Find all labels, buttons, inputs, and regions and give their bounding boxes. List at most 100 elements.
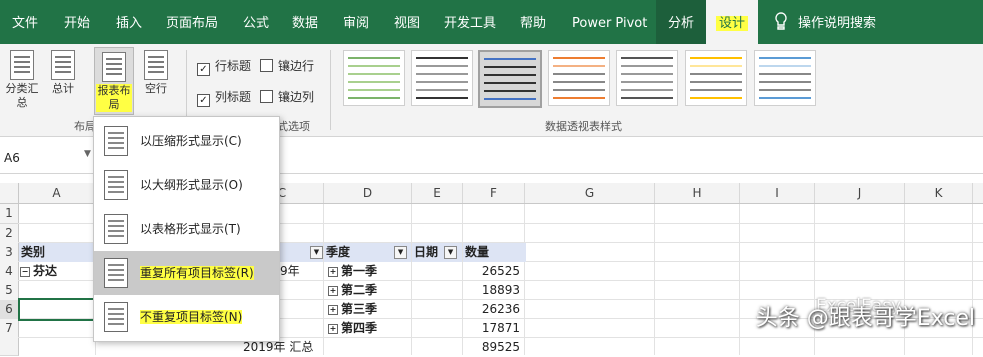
expand-icon[interactable]: + (328, 285, 338, 296)
pivot-header-quarter-label: 季度 (326, 245, 351, 259)
expand-icon[interactable]: + (328, 323, 338, 334)
tab-review[interactable]: 审阅 (343, 0, 369, 44)
report-layout-icon (102, 52, 126, 82)
column-header-a[interactable]: A (18, 183, 96, 203)
pivot-style-thumbnail-selected[interactable] (478, 50, 542, 108)
menu-item-label: 不重复项目标签(N) (140, 295, 243, 339)
compact-form-icon (104, 126, 128, 156)
tab-formulas[interactable]: 公式 (243, 0, 269, 44)
row-header-1[interactable]: 1 (0, 204, 19, 224)
banded-rows-checkbox[interactable]: 镶边行 (260, 57, 314, 74)
column-header-i[interactable]: I (740, 183, 815, 203)
pivot-cell-grand-value[interactable]: 89525 (463, 338, 524, 357)
banded-rows-label: 镶边行 (278, 59, 315, 73)
menu-item-tabular-form[interactable]: 以表格形式显示(T) (94, 207, 279, 251)
menu-item-outline-form[interactable]: 以大纲形式显示(O) (94, 163, 279, 207)
blank-rows-button[interactable]: 空行 (141, 50, 171, 96)
menu-item-compact-form[interactable]: 以压缩形式显示(C) (94, 119, 279, 163)
column-header-k[interactable]: K (905, 183, 973, 203)
tab-help[interactable]: 帮助 (520, 0, 546, 44)
expand-icon[interactable]: + (328, 266, 338, 277)
row-header-2[interactable]: 2 (0, 224, 19, 244)
pivot-header-category[interactable]: 类别 (19, 243, 97, 262)
menu-item-label: 重复所有项目标签(R) (140, 251, 254, 295)
name-box[interactable]: A6 (4, 151, 20, 165)
column-header-h[interactable]: H (655, 183, 740, 203)
menu-item-no-repeat-labels[interactable]: 不重复项目标签(N) (94, 295, 279, 339)
pivot-cell-value[interactable]: 18893 (463, 281, 524, 300)
outline-form-icon (104, 170, 128, 200)
checkmark-icon: ✓ (197, 63, 210, 76)
col-headers-label: 列标题 (215, 90, 252, 104)
tab-analyze[interactable]: 分析 (656, 0, 706, 44)
tab-view[interactable]: 视图 (394, 0, 420, 44)
select-all-corner[interactable] (0, 183, 19, 203)
report-layout-button[interactable]: 报表布局 (94, 47, 134, 115)
expand-icon[interactable]: + (328, 304, 338, 315)
subtotal-button[interactable]: 分类汇总 (2, 50, 42, 110)
filter-dropdown-icon[interactable]: ▼ (444, 246, 458, 259)
pivot-style-thumbnail[interactable] (616, 50, 678, 106)
tabular-form-icon (104, 214, 128, 244)
row-header-7[interactable]: 7 (0, 319, 19, 339)
watermark: 头条 @跟表哥学Excel (755, 306, 975, 331)
pivot-cell-value[interactable]: 26236 (463, 300, 524, 319)
lightbulb-icon (774, 0, 788, 44)
tab-power-pivot[interactable]: Power Pivot (572, 0, 647, 44)
pivot-style-thumbnail[interactable] (343, 50, 405, 106)
grand-total-button[interactable]: 总计 (48, 50, 78, 96)
column-header-g[interactable]: G (525, 183, 655, 203)
row-header-5[interactable]: 5 (0, 281, 19, 301)
no-repeat-labels-icon (104, 302, 128, 332)
pivot-cell-quarter[interactable]: + 第一季 (328, 262, 377, 281)
pivot-style-thumbnail[interactable] (754, 50, 816, 106)
name-box-dropdown-icon[interactable]: ▼ (84, 149, 91, 159)
tell-me-search[interactable]: 操作说明搜索 (798, 0, 876, 44)
tab-developer[interactable]: 开发工具 (444, 0, 496, 44)
blank-rows-icon (144, 50, 168, 80)
pivot-style-thumbnail[interactable] (411, 50, 473, 106)
column-header-f[interactable]: F (463, 183, 525, 203)
col-headers-checkbox[interactable]: ✓ 列标题 (197, 88, 251, 107)
filter-dropdown-icon[interactable]: ▼ (394, 246, 408, 259)
pivot-cell-quarter[interactable]: + 第四季 (328, 319, 377, 338)
pivot-header-date[interactable]: 日期 ▼ (412, 243, 462, 262)
tab-design-label: 设计 (715, 16, 748, 31)
checkbox-empty-icon (260, 59, 273, 72)
filter-dropdown-icon[interactable]: ▼ (310, 246, 323, 259)
menu-item-repeat-all-labels[interactable]: 重复所有项目标签(R) (94, 251, 279, 295)
collapse-icon[interactable]: − (20, 266, 30, 277)
tab-data[interactable]: 数据 (292, 0, 318, 44)
pivot-cell-value[interactable]: 26525 (463, 262, 524, 281)
quarter-label: 第二季 (341, 283, 378, 297)
row-headers-label: 行标题 (215, 59, 252, 73)
tab-page-layout[interactable]: 页面布局 (166, 0, 218, 44)
banded-cols-checkbox[interactable]: 镶边列 (260, 88, 314, 105)
active-cell-a6[interactable] (18, 298, 98, 321)
row-header-6[interactable]: 6 (0, 300, 19, 320)
pivot-cell-quarter[interactable]: + 第三季 (328, 300, 377, 319)
pivot-style-thumbnail[interactable] (685, 50, 747, 106)
pivot-header-quarter[interactable]: 季度 ▼ (324, 243, 411, 262)
pivot-cell-value[interactable]: 17871 (463, 319, 524, 338)
tab-file[interactable]: 文件 (12, 0, 38, 44)
pivot-style-thumbnail[interactable] (548, 50, 610, 106)
quarter-label: 第三季 (341, 302, 378, 316)
subtotal-icon (10, 50, 34, 80)
row-header-4[interactable]: 4 (0, 262, 19, 282)
column-header-d[interactable]: D (324, 183, 412, 203)
row-header-3[interactable]: 3 (0, 243, 19, 263)
pivot-cell-category[interactable]: − 芬达 (20, 262, 57, 281)
row-headers-checkbox[interactable]: ✓ 行标题 (197, 57, 251, 76)
tab-insert[interactable]: 插入 (116, 0, 142, 44)
pivot-header-qty[interactable]: 数量 (463, 243, 526, 262)
pivot-cell-year-partial[interactable]: 9年 (280, 262, 300, 281)
pivot-cell-quarter[interactable]: + 第二季 (328, 281, 377, 300)
quarter-label: 第一季 (341, 264, 378, 278)
tab-design[interactable]: 设计 (706, 0, 758, 44)
row-header-8[interactable] (0, 338, 19, 356)
checkmark-icon: ✓ (197, 94, 210, 107)
column-header-j[interactable]: J (815, 183, 905, 203)
column-header-e[interactable]: E (412, 183, 463, 203)
tab-home[interactable]: 开始 (64, 0, 90, 44)
